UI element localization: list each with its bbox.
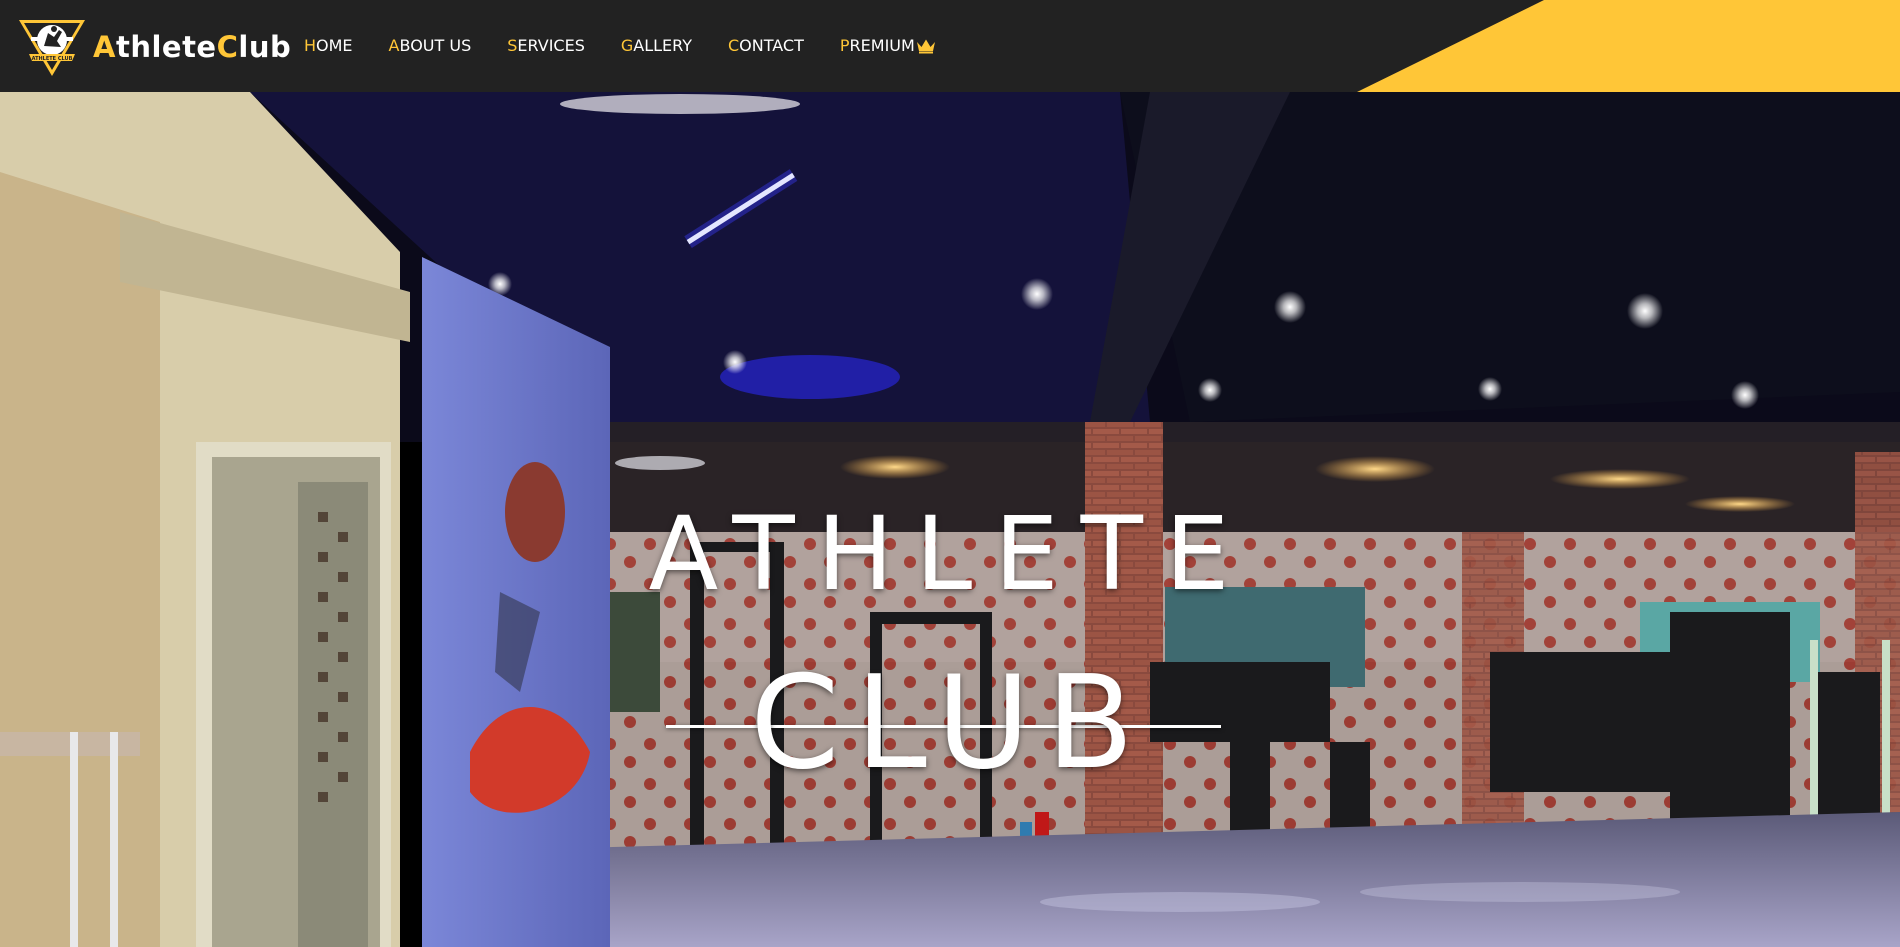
brand-initial-c: C [216,29,239,64]
hero-title-club: CLUB [750,649,1150,798]
brand-initial-a: A [93,29,116,64]
hero-title: ATHLETE CLUB [0,92,1900,947]
nav-premium-link[interactable]: P REMIUM [840,35,936,57]
crown-icon [916,39,935,54]
brand-word-2: lub [238,29,292,64]
page: ATHLETE CLUB AthleteClub H OME A BOUT US S… [0,0,1900,947]
main-nav: H OME A BOUT US S ERVICES G ALLERY C ONTACT P… [304,35,972,57]
nav-home-link[interactable]: H OME [304,35,353,57]
hero-title-athlete: ATHLETE [648,495,1252,614]
nav-services-link[interactable]: S ERVICES [507,35,585,57]
navbar-accent-shape [1357,0,1900,92]
nav-contact-link[interactable]: C ONTACT [728,35,804,57]
brand-word-1: thlete [115,29,217,64]
hero-section: ATHLETE CLUB [0,92,1900,947]
top-navbar: ATHLETE CLUB AthleteClub H OME A BOUT US S… [0,0,1900,92]
svg-text:ATHLETE CLUB: ATHLETE CLUB [32,56,73,62]
gym-trophy-logo-icon: ATHLETE CLUB [19,20,85,76]
nav-about-us-link[interactable]: A BOUT US [389,35,472,57]
brand-home-link[interactable]: ATHLETE CLUB AthleteClub [17,16,291,78]
brand-name: AthleteClub [93,29,292,64]
nav-gallery-link[interactable]: G ALLERY [621,35,692,57]
